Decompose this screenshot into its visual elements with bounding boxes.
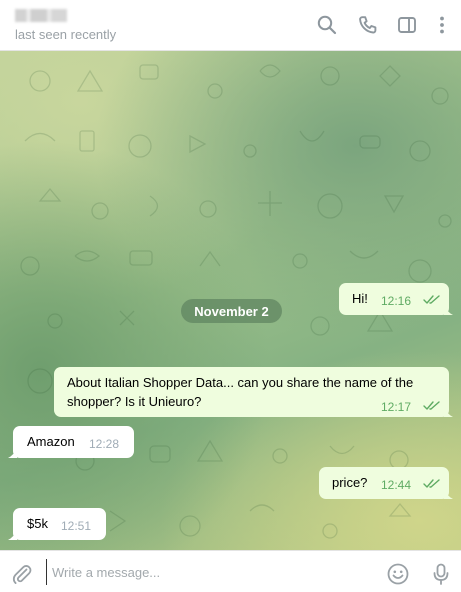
phone-icon[interactable] xyxy=(357,14,379,36)
microphone-icon[interactable] xyxy=(429,562,453,586)
message-time: 12:44 xyxy=(381,478,412,492)
bubble-tail xyxy=(444,489,453,499)
outgoing-message[interactable]: Hi! 12:16 xyxy=(339,283,453,315)
outgoing-message[interactable]: price? 12:44 xyxy=(319,467,453,499)
date-separator: November 2 xyxy=(181,299,282,323)
search-icon[interactable] xyxy=(316,14,338,36)
double-check-icon xyxy=(423,295,440,304)
double-check-icon xyxy=(423,401,440,410)
paperclip-icon[interactable] xyxy=(10,562,34,586)
message-composer xyxy=(0,550,461,592)
last-seen-status: last seen recently xyxy=(15,27,117,42)
more-vertical-icon[interactable] xyxy=(431,14,453,36)
message-text: Amazon xyxy=(27,434,75,449)
message-time: 12:16 xyxy=(381,294,412,308)
bubble-tail xyxy=(8,448,17,458)
incoming-message[interactable]: Amazon 12:28 xyxy=(8,426,134,458)
chat-header: last seen recently xyxy=(0,0,461,51)
message-text: price? xyxy=(332,475,368,490)
sidebar-toggle-icon[interactable] xyxy=(396,14,418,36)
message-time: 12:51 xyxy=(61,519,92,533)
message-input[interactable] xyxy=(46,559,366,585)
message-text: $5k xyxy=(27,516,48,531)
message-time: 12:17 xyxy=(381,400,412,414)
double-check-icon xyxy=(423,479,440,488)
message-list[interactable]: November 2 Hi! 12:16 About Italian Shopp… xyxy=(0,51,461,550)
outgoing-message[interactable]: About Italian Shopper Data... can you sh… xyxy=(54,367,453,417)
bubble-tail xyxy=(8,530,17,540)
bubble-tail xyxy=(444,407,453,417)
message-text-line-2: shopper? Is it Unieuro? xyxy=(67,394,202,409)
message-text: Hi! xyxy=(352,291,368,306)
contact-name-redacted[interactable] xyxy=(15,9,67,22)
message-time: 12:28 xyxy=(89,437,120,451)
emoji-icon[interactable] xyxy=(386,562,410,586)
incoming-message[interactable]: $5k 12:51 xyxy=(8,508,106,540)
message-text-line-1: About Italian Shopper Data... can you sh… xyxy=(67,375,414,390)
bubble-tail xyxy=(444,305,453,315)
